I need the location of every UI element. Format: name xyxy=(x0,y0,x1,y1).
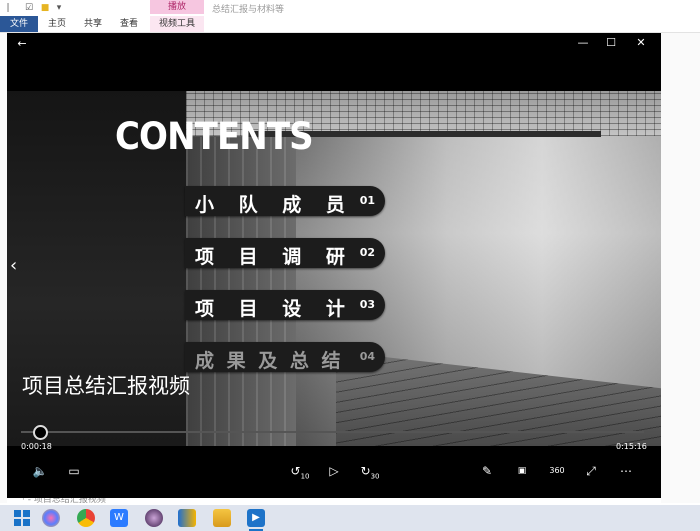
fullscreen-icon[interactable]: ⤢ xyxy=(583,463,599,479)
tab-view[interactable]: 查看 xyxy=(112,16,146,32)
explorer-background-right xyxy=(661,33,700,503)
volume-icon[interactable]: 🔈 xyxy=(31,463,49,479)
toc-item-1: 小 队 成 员 01 xyxy=(185,186,385,216)
subtitles-icon[interactable]: ▭ xyxy=(66,463,82,479)
toc-item-2: 项 目 调 研 02 xyxy=(185,238,385,268)
tab-home[interactable]: 主页 xyxy=(40,16,74,32)
tab-file[interactable]: 文件 xyxy=(0,16,38,32)
skip-back-label: 10 xyxy=(300,472,310,481)
toc-number: 01 xyxy=(359,194,375,207)
current-time: 0:00:18 xyxy=(21,442,52,451)
tab-share[interactable]: 共享 xyxy=(76,16,110,32)
movies-tv-icon[interactable]: ▶ xyxy=(247,509,265,531)
dropdown-icon[interactable]: ▾ xyxy=(54,3,64,13)
pencil-icon[interactable]: ✎ xyxy=(479,463,495,479)
explorer-background-left xyxy=(0,33,7,503)
previous-chevron-icon[interactable]: ‹ xyxy=(10,255,17,276)
tab-video-tools[interactable]: 视频工具 xyxy=(150,16,204,32)
pin-icon[interactable]: | xyxy=(3,3,13,13)
skip-forward-button[interactable]: ↻30 xyxy=(359,463,381,481)
contents-heading: CONTENTS xyxy=(115,115,314,158)
taskbar: W ▶ xyxy=(0,505,700,531)
skip-forward-label: 30 xyxy=(370,472,380,481)
toc-number: 03 xyxy=(359,298,375,311)
more-icon[interactable]: ⋯ xyxy=(618,463,634,479)
toc-item-3: 项 目 设 计 03 xyxy=(185,290,385,320)
360-icon[interactable]: 360 xyxy=(547,463,567,479)
close-icon[interactable]: ✕ xyxy=(635,36,647,50)
checkbox-icon[interactable]: ☑ xyxy=(24,3,34,13)
context-tab-play[interactable]: 播放 xyxy=(150,0,204,14)
media-player-window: ← — ☐ ✕ CONTENTS 小 队 成 员 01 项 目 调 研 02 项… xyxy=(7,33,661,498)
avatar-app-icon[interactable] xyxy=(145,509,163,527)
windows-start-icon[interactable] xyxy=(13,509,31,527)
skip-back-button[interactable]: ↺10 xyxy=(289,463,311,481)
minimize-icon[interactable]: — xyxy=(577,36,589,50)
toc-label: 成 果 及 总 结 xyxy=(195,350,344,372)
wps-icon[interactable]: W xyxy=(110,509,128,527)
quick-access-toolbar: | ☑ ■ ▾ 播放 总结汇报与材料等 xyxy=(0,0,700,16)
total-time: 0:15:16 xyxy=(616,442,647,451)
chrome-icon[interactable] xyxy=(77,509,95,527)
toc-number: 04 xyxy=(359,350,375,363)
play-icon[interactable]: ▷ xyxy=(326,463,342,479)
toc-label: 小 队 成 员 xyxy=(195,194,354,216)
file-explorer-icon[interactable] xyxy=(213,509,231,527)
seek-thumb[interactable] xyxy=(33,425,48,440)
back-arrow-icon[interactable]: ← xyxy=(15,37,29,51)
browser-icon[interactable] xyxy=(42,509,60,527)
toc-label: 项 目 调 研 xyxy=(195,246,354,268)
toc-label: 项 目 设 计 xyxy=(195,298,354,320)
folder-icon[interactable]: ■ xyxy=(40,3,50,13)
explorer-window-title: 总结汇报与材料等 xyxy=(212,5,285,15)
ribbon-tabs: 文件 主页 共享 查看 视频工具 xyxy=(0,16,700,33)
mini-view-icon[interactable]: ▣ xyxy=(514,463,530,479)
toc-number: 02 xyxy=(359,246,375,259)
toc-item-4: 成 果 及 总 结 04 xyxy=(185,342,385,372)
maximize-icon[interactable]: ☐ xyxy=(605,36,617,50)
player-title-bar: ← — ☐ ✕ xyxy=(7,33,661,55)
app-icon[interactable] xyxy=(178,509,196,527)
video-title: 项目总结汇报视频 xyxy=(22,374,190,398)
seek-bar[interactable] xyxy=(21,431,644,433)
